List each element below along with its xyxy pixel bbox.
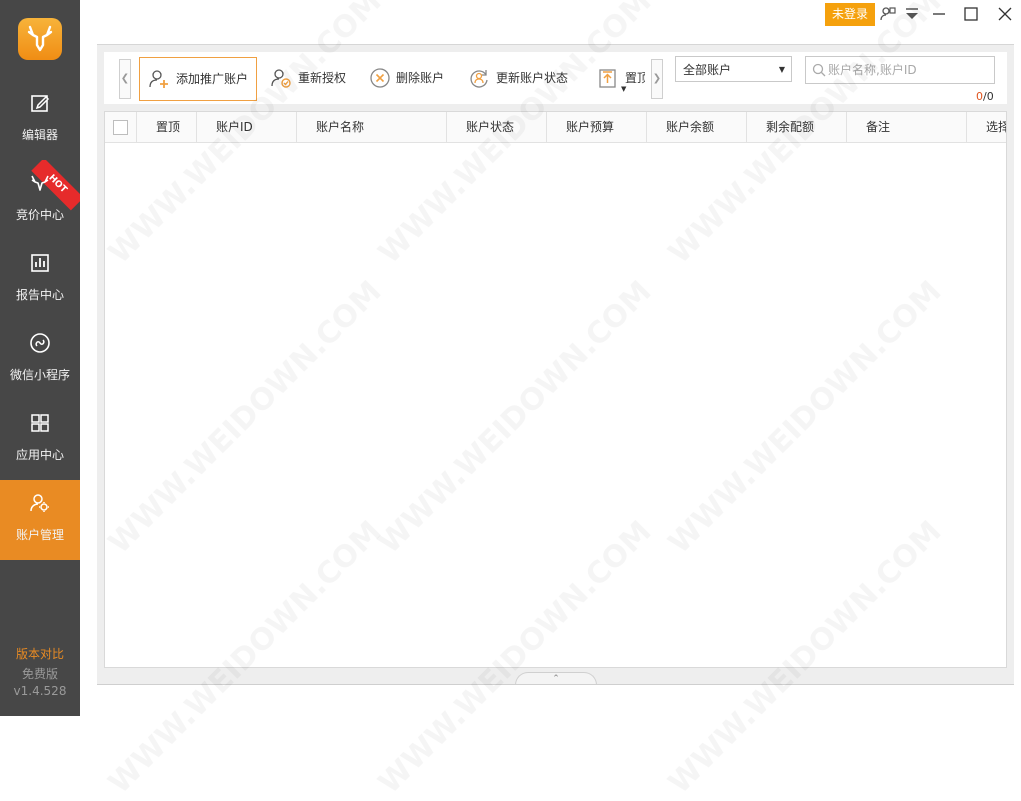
add-user-icon <box>149 70 168 88</box>
account-settings-icon <box>30 494 49 512</box>
chevron-up-icon: ⌃ <box>552 674 560 684</box>
toolbar-scroll-left[interactable]: ❮ <box>119 59 131 99</box>
selection-count: 0/0 <box>976 90 994 103</box>
sidebar-item-label: 竞价中心 <box>15 208 64 222</box>
sidebar-item-label: 账户管理 <box>15 528 64 542</box>
caret-down-icon: ▼ <box>778 65 785 74</box>
column-header-account-status[interactable]: 账户状态 <box>447 112 547 142</box>
pin-top-label: 置顶 <box>625 71 645 85</box>
version-compare-link[interactable]: 版本对比 <box>0 645 80 662</box>
minimize-icon[interactable] <box>931 6 947 22</box>
pin-top-button[interactable]: 置顶 ▼ <box>589 57 645 99</box>
login-button[interactable]: 未登录 <box>825 3 875 26</box>
sidebar-item-label: 报告中心 <box>15 288 64 302</box>
select-all-cell <box>105 112 137 142</box>
sidebar: 编辑器 HOT 竞价中心 报告中心 微信小程序 应用中心 账户管理 版本对比 免… <box>0 0 80 716</box>
update-status-button[interactable]: 更新账户状态 <box>460 57 580 99</box>
maximize-icon[interactable] <box>963 6 979 22</box>
account-filter-select[interactable]: 全部账户 ▼ <box>675 56 792 82</box>
update-status-label: 更新账户状态 <box>496 71 569 85</box>
sidebar-item-bidding[interactable]: HOT 竞价中心 <box>0 160 80 240</box>
app-logo <box>18 18 62 60</box>
toolbar-scroll-right[interactable]: ❯ <box>651 59 663 99</box>
edit-icon <box>31 95 50 112</box>
deer-icon <box>31 175 49 191</box>
table-header: 置顶 账户ID 账户名称 账户状态 账户预算 账户余额 剩余配额 备注 选择 <box>105 112 1006 143</box>
column-header-account-budget[interactable]: 账户预算 <box>547 112 647 142</box>
refresh-user-icon <box>470 70 488 88</box>
sidebar-item-account-management[interactable]: 账户管理 <box>0 480 80 560</box>
sidebar-item-apps[interactable]: 应用中心 <box>0 400 80 480</box>
reauthorize-icon <box>271 69 291 88</box>
toolbar: ❮ 添加推广账户 重新授权 删除账户 更新账户状态 置顶 ▼ ❯ 全部账户 ▼ … <box>104 52 1007 104</box>
selected-count: 0 <box>976 90 983 103</box>
sidebar-item-editor[interactable]: 编辑器 <box>0 80 80 160</box>
mini-program-icon <box>30 333 50 353</box>
sidebar-item-label: 微信小程序 <box>9 368 70 382</box>
sidebar-item-label: 编辑器 <box>21 128 58 142</box>
column-header-account-balance[interactable]: 账户余额 <box>647 112 747 142</box>
report-chart-icon <box>31 254 49 272</box>
column-header-pin[interactable]: 置顶 <box>137 112 197 142</box>
column-header-remaining-quota[interactable]: 剩余配额 <box>747 112 847 142</box>
column-header-select[interactable]: 选择 <box>967 112 1006 142</box>
close-icon[interactable] <box>997 6 1013 22</box>
column-header-account-id[interactable]: 账户ID <box>197 112 297 142</box>
sidebar-item-reports[interactable]: 报告中心 <box>0 240 80 320</box>
delete-circle-icon <box>370 68 390 88</box>
chevron-right-icon: ❯ <box>652 73 662 84</box>
apps-grid-icon <box>31 414 49 432</box>
search-input[interactable] <box>828 59 988 81</box>
column-header-notes[interactable]: 备注 <box>847 112 967 142</box>
add-account-button[interactable]: 添加推广账户 <box>139 57 257 101</box>
sidebar-item-wechat-mini[interactable]: 微信小程序 <box>0 320 80 400</box>
chevron-left-icon: ❮ <box>120 73 130 84</box>
search-box[interactable] <box>805 56 995 84</box>
select-all-checkbox[interactable] <box>113 120 128 135</box>
dropdown-menu-icon[interactable] <box>904 6 920 22</box>
accounts-table: 置顶 账户ID 账户名称 账户状态 账户预算 账户余额 剩余配额 备注 选择 <box>104 111 1007 668</box>
add-account-label: 添加推广账户 <box>176 72 249 86</box>
user-switch-icon[interactable] <box>880 6 896 22</box>
reauthorize-label: 重新授权 <box>298 71 347 85</box>
version-number: v1.4.528 <box>13 684 67 698</box>
caret-down-icon: ▼ <box>621 85 627 93</box>
deer-logo-icon <box>27 25 53 52</box>
sidebar-item-label: 应用中心 <box>15 448 64 462</box>
delete-account-button[interactable]: 删除账户 <box>361 57 455 99</box>
total-count: 0 <box>986 90 994 103</box>
account-filter-value: 全部账户 <box>683 63 732 77</box>
search-icon <box>812 63 826 77</box>
column-header-account-name[interactable]: 账户名称 <box>297 112 447 142</box>
pin-top-icon <box>599 69 616 88</box>
delete-account-label: 删除账户 <box>396 71 445 85</box>
reauthorize-button[interactable]: 重新授权 <box>262 57 356 99</box>
edition-label: 免费版 <box>21 667 58 681</box>
